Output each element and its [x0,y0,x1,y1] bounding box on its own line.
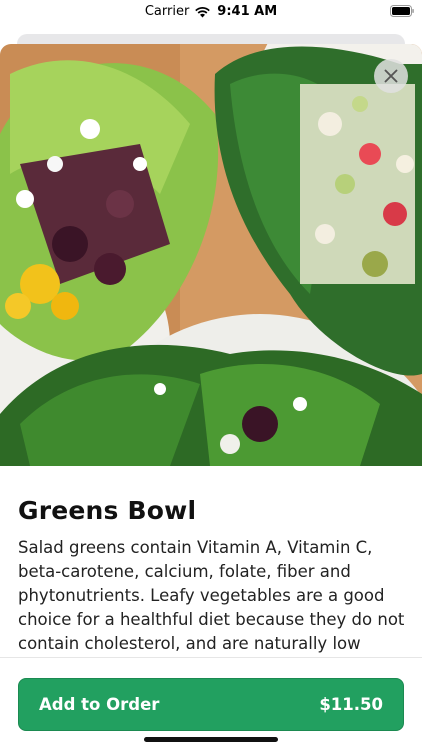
product-detail-sheet: Greens Bowl Salad greens contain Vitamin… [0,44,422,750]
product-image [0,44,422,466]
status-time: 9:41 AM [217,4,278,19]
wifi-icon [195,6,211,17]
battery-icon [390,5,414,17]
add-to-order-button[interactable]: Add to Order $11.50 [18,678,404,731]
home-indicator[interactable] [144,737,278,742]
product-title: Greens Bowl [18,496,197,525]
product-description: Salad greens contain Vitamin A, Vitamin … [18,538,405,653]
carrier-label: Carrier [144,4,190,19]
salad-photo-illustration [0,44,422,466]
status-bar: Carrier 9:41 AM [0,0,422,26]
add-to-order-label: Add to Order [39,695,160,714]
order-price: $11.50 [319,695,383,714]
close-button[interactable] [374,59,408,93]
status-center: Carrier 9:41 AM [0,4,422,19]
close-icon [384,69,398,83]
